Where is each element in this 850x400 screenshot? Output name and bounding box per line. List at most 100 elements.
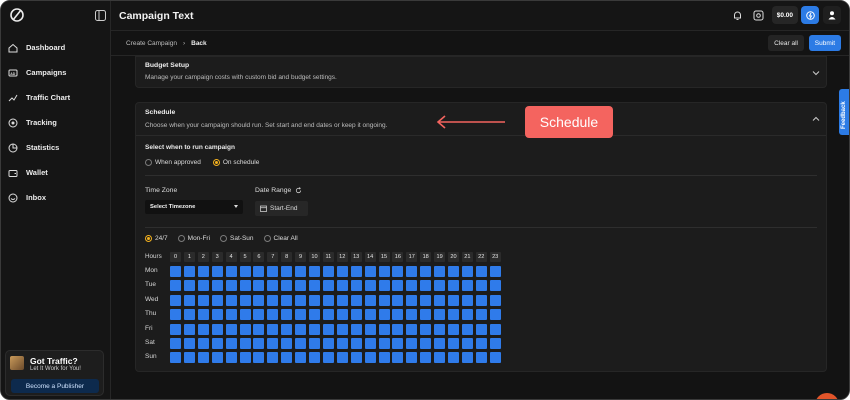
schedule-cell[interactable]	[225, 338, 237, 349]
schedule-cell[interactable]	[489, 323, 501, 335]
schedule-cell[interactable]	[170, 309, 181, 321]
hour-header[interactable]: 8	[281, 252, 293, 262]
schedule-cell[interactable]	[253, 266, 265, 277]
schedule-cell[interactable]	[197, 338, 209, 349]
schedule-cell[interactable]	[448, 294, 459, 306]
schedule-cell[interactable]	[295, 294, 307, 306]
schedule-cell[interactable]	[378, 338, 390, 349]
schedule-cell[interactable]	[239, 323, 251, 335]
schedule-cell[interactable]	[392, 309, 404, 321]
chevron-down-icon[interactable]	[812, 69, 820, 77]
schedule-cell[interactable]	[170, 338, 181, 349]
schedule-cell[interactable]	[309, 294, 320, 306]
schedule-cell[interactable]	[406, 323, 418, 335]
schedule-cell[interactable]	[211, 294, 223, 306]
schedule-cell[interactable]	[461, 352, 473, 364]
schedule-cell[interactable]	[197, 266, 209, 277]
schedule-cell[interactable]	[183, 323, 195, 335]
hour-header[interactable]: 23	[489, 252, 501, 262]
schedule-cell[interactable]	[350, 266, 362, 277]
schedule-cell[interactable]	[170, 323, 181, 335]
schedule-cell[interactable]	[434, 280, 446, 292]
schedule-cell[interactable]	[295, 309, 307, 321]
schedule-cell[interactable]	[239, 352, 251, 364]
hour-header[interactable]: 0	[170, 252, 181, 262]
day-label[interactable]: Tue	[145, 281, 156, 288]
logo-icon[interactable]	[9, 7, 25, 23]
schedule-cell[interactable]	[336, 338, 348, 349]
preset-mon-fri[interactable]: Mon-Fri	[177, 235, 210, 242]
schedule-cell[interactable]	[295, 338, 307, 349]
schedule-cell[interactable]	[253, 323, 265, 335]
schedule-cell[interactable]	[448, 323, 459, 335]
hour-header[interactable]: 16	[392, 252, 404, 262]
budget-setup-section[interactable]: Budget Setup Manage your campaign costs …	[135, 56, 827, 88]
schedule-cell[interactable]	[420, 352, 432, 364]
schedule-cell[interactable]	[420, 309, 432, 321]
breadcrumb-create-campaign[interactable]: Create Campaign	[126, 40, 177, 47]
become-publisher-button[interactable]: Become a Publisher	[11, 379, 99, 393]
schedule-cell[interactable]	[295, 323, 307, 335]
schedule-cell[interactable]	[434, 352, 446, 364]
schedule-cell[interactable]	[239, 309, 251, 321]
schedule-cell[interactable]	[211, 338, 223, 349]
sidebar-item-inbox[interactable]: Inbox	[1, 185, 111, 210]
schedule-cell[interactable]	[475, 323, 487, 335]
add-funds-icon[interactable]	[750, 6, 768, 24]
schedule-cell[interactable]	[211, 266, 223, 277]
schedule-cell[interactable]	[350, 280, 362, 292]
hour-header[interactable]: 10	[309, 252, 320, 262]
schedule-cell[interactable]	[183, 352, 195, 364]
schedule-cell[interactable]	[322, 266, 334, 277]
schedule-cell[interactable]	[364, 294, 376, 306]
schedule-cell[interactable]	[434, 266, 446, 277]
boost-icon[interactable]	[801, 6, 819, 24]
user-avatar-icon[interactable]	[823, 6, 841, 24]
schedule-cell[interactable]	[281, 338, 293, 349]
hour-header[interactable]: 4	[225, 252, 237, 262]
schedule-cell[interactable]	[461, 294, 473, 306]
schedule-cell[interactable]	[309, 338, 320, 349]
schedule-cell[interactable]	[211, 323, 223, 335]
schedule-cell[interactable]	[197, 294, 209, 306]
sidebar-item-statistics[interactable]: Statistics	[1, 135, 111, 160]
schedule-cell[interactable]	[170, 352, 181, 364]
schedule-cell[interactable]	[309, 309, 320, 321]
schedule-cell[interactable]	[267, 266, 279, 277]
sidebar-item-tracking[interactable]: Tracking	[1, 110, 111, 135]
schedule-cell[interactable]	[322, 280, 334, 292]
schedule-cell[interactable]	[461, 323, 473, 335]
schedule-cell[interactable]	[364, 338, 376, 349]
schedule-cell[interactable]	[239, 266, 251, 277]
radio-when-approved[interactable]: When approved	[145, 159, 201, 166]
schedule-cell[interactable]	[322, 352, 334, 364]
schedule-cell[interactable]	[475, 309, 487, 321]
schedule-cell[interactable]	[489, 338, 501, 349]
schedule-cell[interactable]	[225, 323, 237, 335]
schedule-cell[interactable]	[239, 294, 251, 306]
schedule-cell[interactable]	[434, 338, 446, 349]
schedule-cell[interactable]	[489, 280, 501, 292]
hour-header[interactable]: 5	[239, 252, 251, 262]
schedule-cell[interactable]	[225, 352, 237, 364]
schedule-cell[interactable]	[225, 280, 237, 292]
schedule-cell[interactable]	[197, 309, 209, 321]
date-range-picker[interactable]: Start-End	[255, 201, 308, 216]
hour-header[interactable]: 20	[448, 252, 459, 262]
schedule-cell[interactable]	[378, 323, 390, 335]
hour-header[interactable]: 14	[364, 252, 376, 262]
schedule-cell[interactable]	[336, 352, 348, 364]
schedule-cell[interactable]	[364, 266, 376, 277]
hour-header[interactable]: 1	[183, 252, 195, 262]
schedule-cell[interactable]	[253, 309, 265, 321]
schedule-cell[interactable]	[225, 266, 237, 277]
schedule-cell[interactable]	[267, 352, 279, 364]
schedule-cell[interactable]	[420, 280, 432, 292]
chevron-up-icon[interactable]	[812, 115, 820, 123]
schedule-cell[interactable]	[461, 280, 473, 292]
schedule-cell[interactable]	[183, 338, 195, 349]
sidebar-item-wallet[interactable]: Wallet	[1, 160, 111, 185]
schedule-cell[interactable]	[309, 323, 320, 335]
sidebar-item-campaigns[interactable]: AD Campaigns	[1, 60, 111, 85]
day-label[interactable]: Sat	[145, 339, 155, 346]
